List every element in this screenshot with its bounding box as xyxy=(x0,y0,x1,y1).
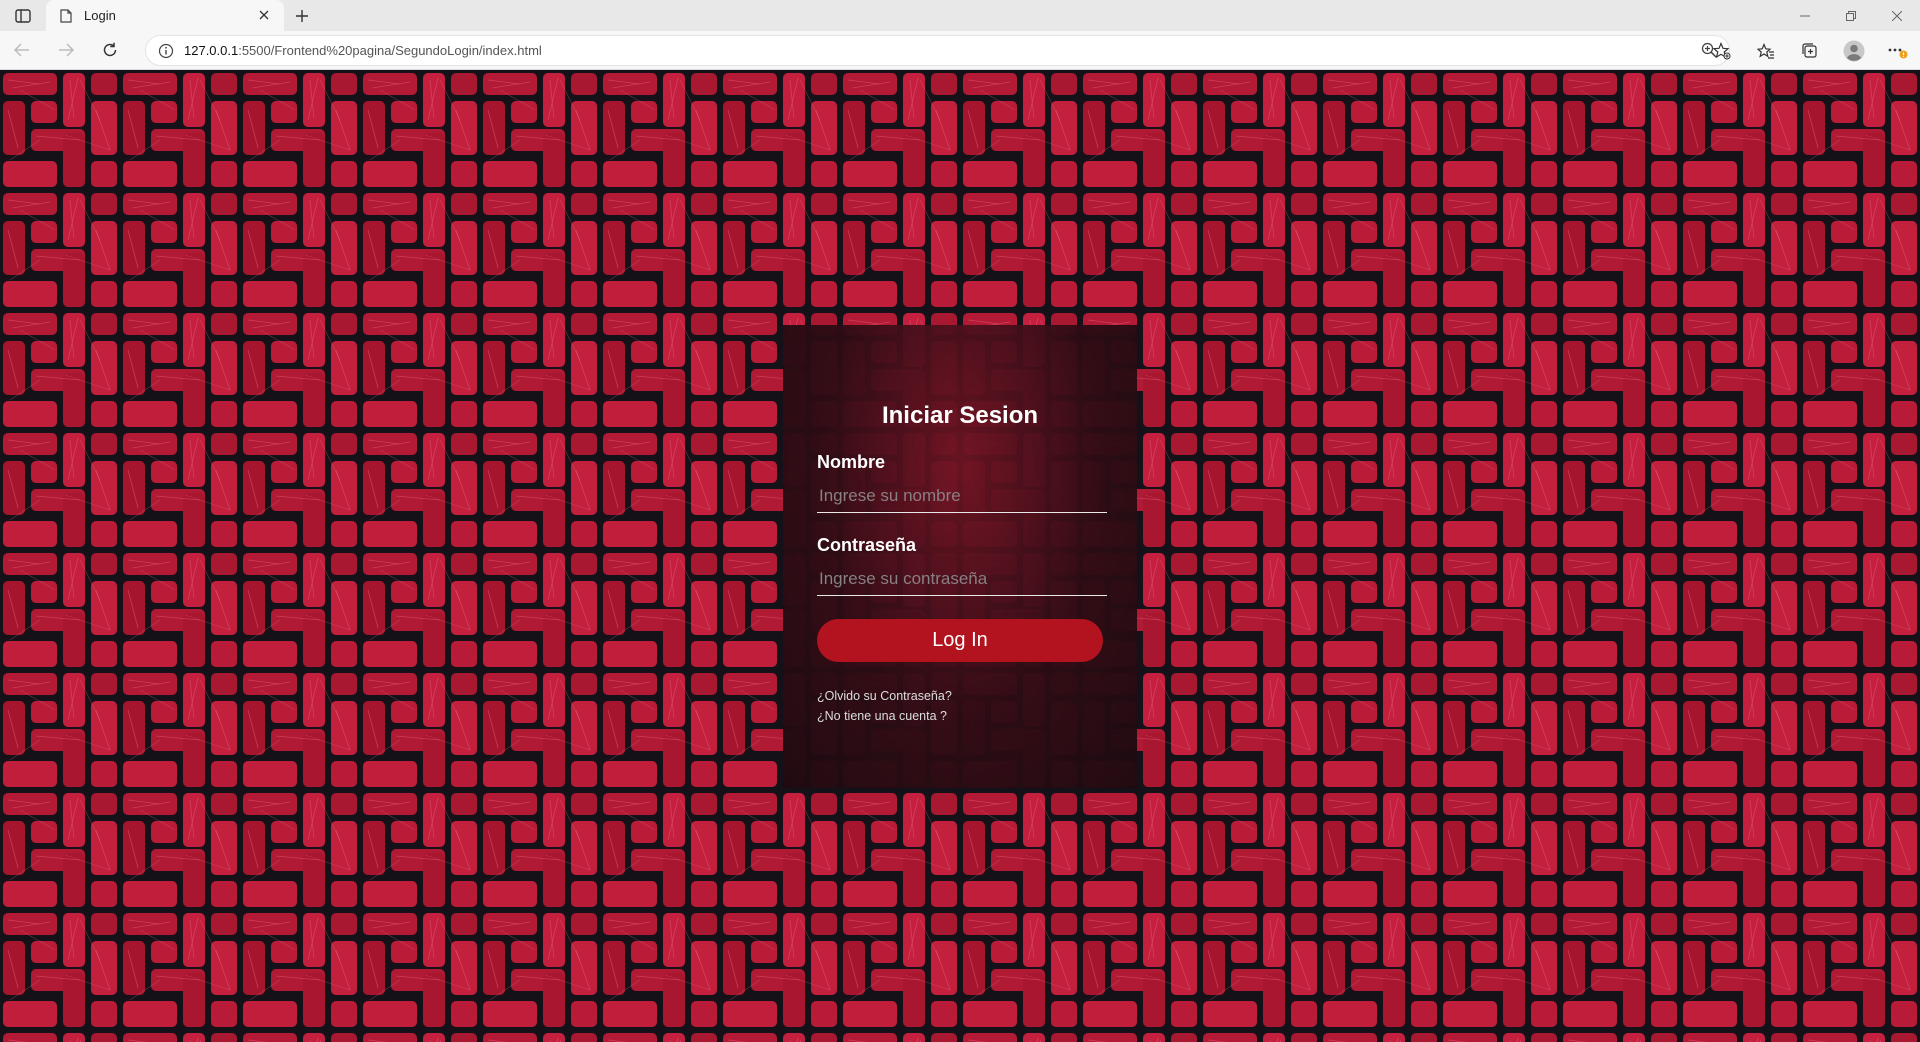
more-menu-icon xyxy=(1888,48,1908,58)
tab-title: Login xyxy=(84,8,116,23)
window-controls xyxy=(1782,0,1920,31)
forward-button[interactable] xyxy=(44,31,88,70)
minimize-button[interactable] xyxy=(1782,0,1828,31)
add-favorite-icon xyxy=(1713,41,1731,59)
refresh-button[interactable] xyxy=(88,31,132,70)
password-input[interactable] xyxy=(817,562,1107,596)
new-tab-button[interactable] xyxy=(284,0,320,31)
sidebar-toggle-icon xyxy=(15,8,31,23)
tab-actions-button[interactable] xyxy=(0,0,46,31)
add-favorite-button[interactable] xyxy=(1700,31,1744,70)
forgot-password-link[interactable]: ¿Olvido su Contraseña? xyxy=(817,689,1103,703)
page-icon xyxy=(60,8,72,23)
tab-bar: Login xyxy=(0,0,1920,31)
collections-button[interactable] xyxy=(1788,31,1832,70)
name-label: Nombre xyxy=(817,452,886,472)
profile-button[interactable] xyxy=(1832,31,1876,70)
forward-arrow-icon xyxy=(59,43,74,57)
signup-link[interactable]: ¿No tiene una cuenta ? xyxy=(817,709,1103,723)
info-icon[interactable] xyxy=(158,43,174,59)
back-button[interactable] xyxy=(0,31,44,70)
password-label: Contraseña xyxy=(817,535,917,555)
toolbar-right-icons xyxy=(1700,31,1920,70)
login-title: Iniciar Sesion xyxy=(881,402,1039,429)
close-icon xyxy=(1892,10,1902,21)
minimize-icon xyxy=(1800,15,1810,16)
url-path: :5500/Frontend%20pagina/SegundoLogin/ind… xyxy=(238,43,542,58)
favorites-icon xyxy=(1757,42,1774,59)
close-window-button[interactable] xyxy=(1874,0,1920,31)
favorites-button[interactable] xyxy=(1744,31,1788,70)
address-bar[interactable]: 127.0.0.1:5500/Frontend%20pagina/Segundo… xyxy=(145,35,1730,66)
tab-login[interactable]: Login xyxy=(46,0,284,31)
refresh-icon xyxy=(103,42,117,57)
close-tab-button[interactable] xyxy=(254,7,274,25)
page-viewport: Iniciar Sesion Nombre Contraseña Log In … xyxy=(0,70,1920,1042)
back-arrow-icon xyxy=(14,43,29,57)
plus-icon xyxy=(296,9,308,22)
name-input[interactable] xyxy=(817,479,1107,513)
profile-icon xyxy=(1843,40,1865,61)
login-button[interactable]: Log In xyxy=(817,619,1103,662)
collections-icon xyxy=(1802,42,1817,58)
close-icon xyxy=(259,10,269,19)
browser-toolbar: 127.0.0.1:5500/Frontend%20pagina/Segundo… xyxy=(0,31,1920,70)
account-links: ¿Olvido su Contraseña? ¿No tiene una cue… xyxy=(817,689,1103,723)
more-menu-button[interactable] xyxy=(1876,31,1920,70)
url-text: 127.0.0.1:5500/Frontend%20pagina/Segundo… xyxy=(184,43,542,58)
restore-icon xyxy=(1846,10,1856,21)
restore-button[interactable] xyxy=(1828,0,1874,31)
url-host: 127.0.0.1 xyxy=(184,43,239,58)
login-card: Iniciar Sesion Nombre Contraseña Log In … xyxy=(783,325,1137,788)
